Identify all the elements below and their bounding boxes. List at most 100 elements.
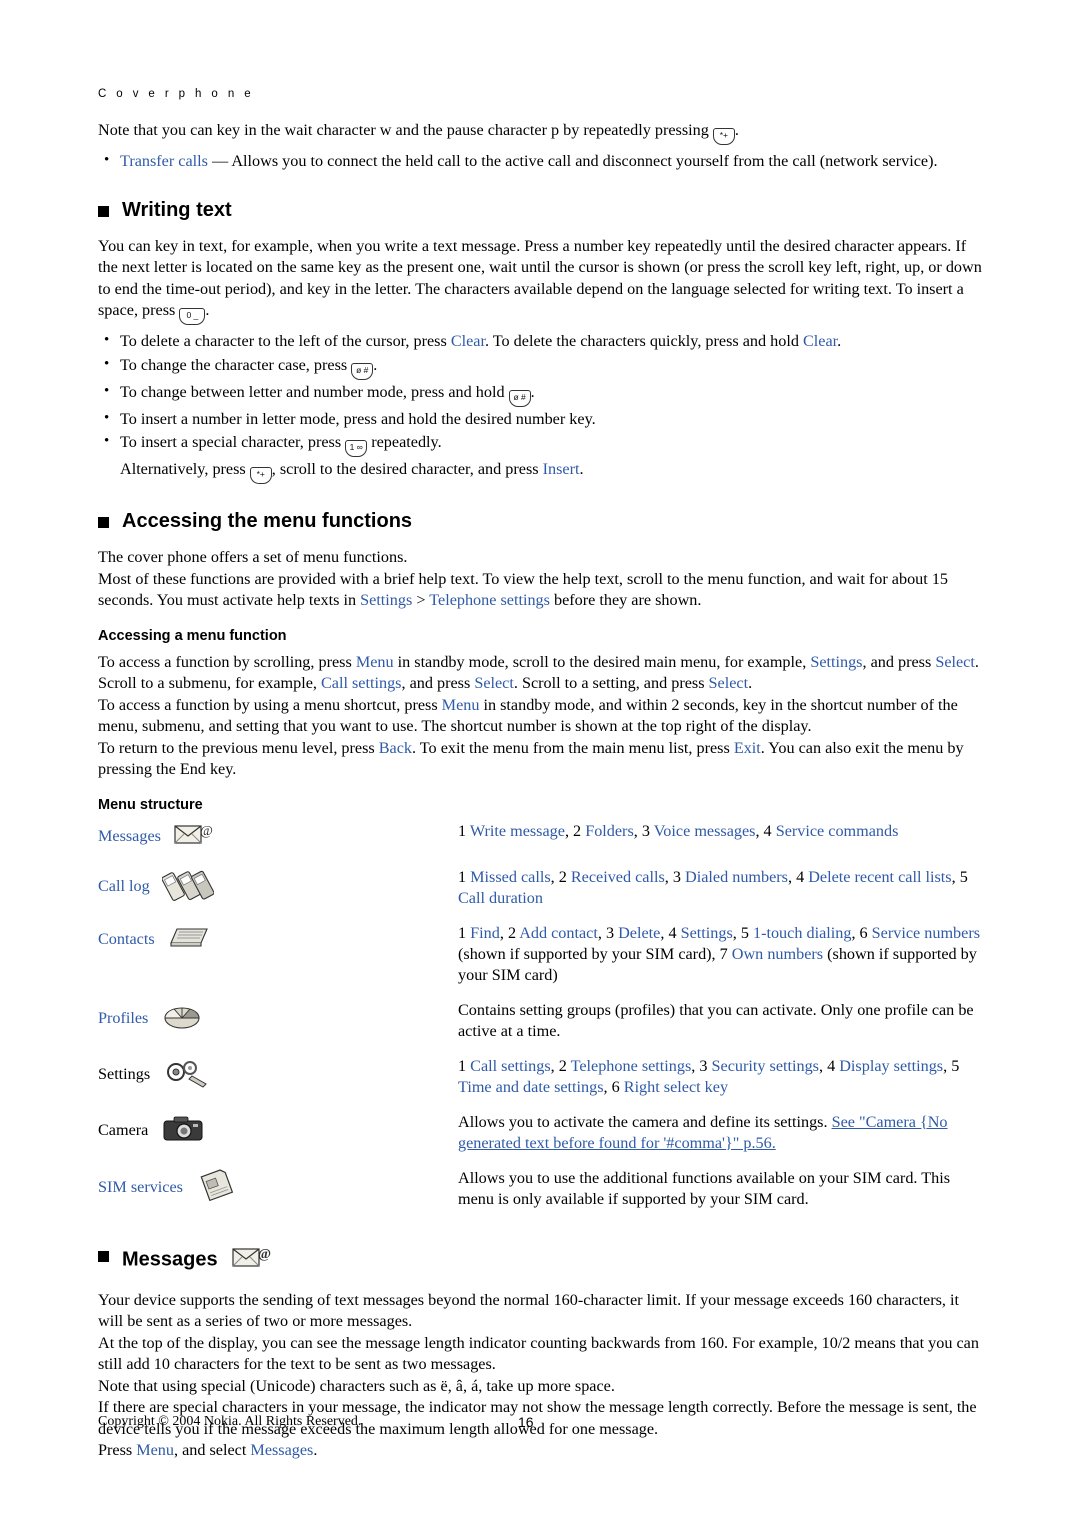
segment-link[interactable]: Find bbox=[470, 924, 500, 942]
intro-bullet-list: Transfer calls — Allows you to connect t… bbox=[98, 150, 988, 173]
copyright-text: Copyright © 2004 Nokia. All Rights Reser… bbox=[98, 1414, 362, 1429]
menu-link[interactable]: Menu bbox=[356, 653, 394, 671]
menu-link[interactable]: Menu bbox=[442, 696, 480, 714]
segment-link[interactable]: 1-touch dialing bbox=[753, 924, 851, 942]
segment-link[interactable]: Settings bbox=[681, 924, 733, 942]
segment-text: Allows you to use the additional functio… bbox=[458, 1168, 950, 1208]
bullet-text-mid: . To delete the characters quickly, pres… bbox=[484, 332, 799, 350]
menu-item-call-log[interactable]: Call log bbox=[98, 876, 150, 897]
star-key-glyph: *+ bbox=[249, 467, 272, 484]
menu-desc-cell: Allows you to use the additional functio… bbox=[458, 1168, 988, 1224]
segment-link[interactable]: Write message bbox=[470, 822, 565, 840]
segment-link[interactable]: Call duration bbox=[458, 889, 543, 907]
p4-text-1: To access a function by using a menu sho… bbox=[98, 695, 438, 714]
clear-link-1[interactable]: Clear bbox=[451, 332, 485, 350]
segment-text: , 2 bbox=[499, 923, 520, 942]
shortcut-access-paragraph: To access a function by using a menu sho… bbox=[98, 695, 988, 738]
segment-text: , 6 bbox=[603, 1077, 624, 1096]
menu-desc-cell: 1 Missed calls, 2 Received calls, 3 Dial… bbox=[458, 867, 988, 923]
menu-item-messages[interactable]: Messages bbox=[98, 826, 161, 847]
menu-desc-contacts: 1 Find, 2 Add contact, 3 Delete, 4 Setti… bbox=[458, 924, 980, 984]
menu-desc-profiles: Contains setting groups (profiles) that … bbox=[458, 1001, 974, 1040]
square-bullet-icon bbox=[98, 517, 109, 528]
segment-link[interactable]: Security settings bbox=[712, 1057, 819, 1075]
segment-text: , 4 bbox=[787, 867, 809, 886]
menu-item-sim-services[interactable]: SIM services bbox=[98, 1177, 183, 1198]
segment-link[interactable]: Dialed numbers bbox=[685, 868, 788, 886]
segment-text: , 4 bbox=[755, 821, 776, 840]
segment-link[interactable]: Delete recent call lists bbox=[808, 868, 951, 886]
note-text-end: . bbox=[734, 121, 739, 139]
segment-text: , 3 bbox=[597, 923, 619, 942]
segment-text: (shown if supported by your SIM card), 7 bbox=[458, 944, 732, 963]
messages-link[interactable]: Messages bbox=[250, 1441, 313, 1459]
settings-icon bbox=[162, 1056, 210, 1094]
segment-text: , 5 bbox=[943, 1056, 960, 1075]
settings-link[interactable]: Settings bbox=[360, 591, 412, 609]
segment-link[interactable]: Delete bbox=[618, 924, 660, 942]
menu-name-cell: Messages @ bbox=[98, 821, 458, 867]
accessing-menu-heading: Accessing the menu functions bbox=[98, 510, 988, 533]
page-footer: Copyright © 2004 Nokia. All Rights Reser… bbox=[98, 1414, 988, 1430]
bullet-text: To insert a special character, press bbox=[120, 433, 342, 451]
call-settings-link[interactable]: Call settings bbox=[321, 674, 402, 692]
insert-link[interactable]: Insert bbox=[543, 460, 580, 478]
telephone-settings-link[interactable]: Telephone settings bbox=[429, 591, 550, 609]
list-item: To change the character case, press ø #. bbox=[98, 354, 988, 380]
select-link[interactable]: Select bbox=[709, 674, 749, 692]
svg-text:@: @ bbox=[258, 1247, 271, 1262]
p5-text-c: . bbox=[313, 1441, 318, 1459]
clear-link-2[interactable]: Clear bbox=[803, 332, 837, 350]
back-link[interactable]: Back bbox=[379, 739, 412, 757]
select-link[interactable]: Select bbox=[935, 653, 975, 671]
menu-desc-call-log: 1 Missed calls, 2 Received calls, 3 Dial… bbox=[458, 868, 968, 907]
alternatively-paragraph: Alternatively, press *+, scroll to the d… bbox=[98, 459, 988, 484]
scroll-access-paragraph: To access a function by scrolling, press… bbox=[98, 652, 988, 695]
messages-paragraph-2: At the top of the display, you can see t… bbox=[98, 1333, 979, 1374]
table-row: Camera Allows you to activate the camera… bbox=[98, 1112, 988, 1168]
segment-link[interactable]: Service commands bbox=[776, 822, 899, 840]
segment-link[interactable]: Received calls bbox=[571, 868, 665, 886]
menu-item-camera[interactable]: Camera bbox=[98, 1120, 148, 1141]
bullet-text: To change the character case, press bbox=[120, 355, 348, 374]
menu-structure-table: Messages @ 1 Write message, 2 Folders, 3… bbox=[98, 821, 988, 1224]
bullet-text: To delete a character to the left of the… bbox=[120, 332, 447, 350]
segment-link[interactable]: Service numbers bbox=[872, 924, 980, 942]
segment-link[interactable]: Voice messages bbox=[654, 822, 756, 840]
segment-link[interactable]: Telephone settings bbox=[571, 1057, 692, 1075]
segment-text: , 4 bbox=[660, 923, 681, 942]
menu-item-settings[interactable]: Settings bbox=[98, 1064, 150, 1085]
settings-link[interactable]: Settings bbox=[810, 653, 862, 671]
list-item: To insert a number in letter mode, press… bbox=[98, 408, 988, 431]
select-link[interactable]: Select bbox=[474, 674, 514, 692]
menu-desc-messages: 1 Write message, 2 Folders, 3 Voice mess… bbox=[458, 822, 898, 840]
exit-link[interactable]: Exit bbox=[734, 739, 761, 757]
p5-text-2: . To exit the menu from the main menu li… bbox=[412, 738, 730, 757]
segment-link[interactable]: Folders bbox=[585, 822, 634, 840]
segment-link[interactable]: Display settings bbox=[839, 1057, 943, 1075]
bullet-text: To insert a number in letter mode, press… bbox=[120, 409, 596, 428]
segment-link[interactable]: Missed calls bbox=[470, 868, 550, 886]
segment-text: , 5 bbox=[732, 923, 753, 942]
transfer-calls-link[interactable]: Transfer calls bbox=[120, 152, 208, 170]
messages-paragraph-1: Your device supports the sending of text… bbox=[98, 1290, 959, 1331]
segment-link[interactable]: Call settings bbox=[470, 1057, 551, 1075]
menu-name-cell: Contacts bbox=[98, 923, 458, 1000]
menu-item-profiles[interactable]: Profiles bbox=[98, 1008, 148, 1029]
star-key-glyph: *+ bbox=[712, 128, 735, 145]
writing-text-heading: Writing text bbox=[122, 198, 232, 221]
segment-link[interactable]: Add contact bbox=[519, 924, 598, 942]
menu-item-contacts[interactable]: Contacts bbox=[98, 929, 155, 950]
square-bullet-icon bbox=[98, 205, 109, 217]
menu-link[interactable]: Menu bbox=[136, 1441, 174, 1459]
segment-link[interactable]: Time and date settings bbox=[458, 1078, 604, 1096]
messages-icon: @ bbox=[231, 1244, 271, 1276]
menu-desc-camera: Allows you to activate the camera and de… bbox=[458, 1113, 948, 1152]
segment-link[interactable]: Right select key bbox=[624, 1078, 728, 1096]
menu-desc-cell: 1 Find, 2 Add contact, 3 Delete, 4 Setti… bbox=[458, 923, 988, 1000]
menu-desc-sim-services: Allows you to use the additional functio… bbox=[458, 1169, 950, 1208]
menu-structure-subheading: Menu structure bbox=[98, 796, 203, 813]
bullet-text-end: . bbox=[837, 332, 842, 350]
segment-link[interactable]: Own numbers bbox=[732, 945, 823, 963]
help-text-end: before they are shown. bbox=[554, 591, 702, 609]
